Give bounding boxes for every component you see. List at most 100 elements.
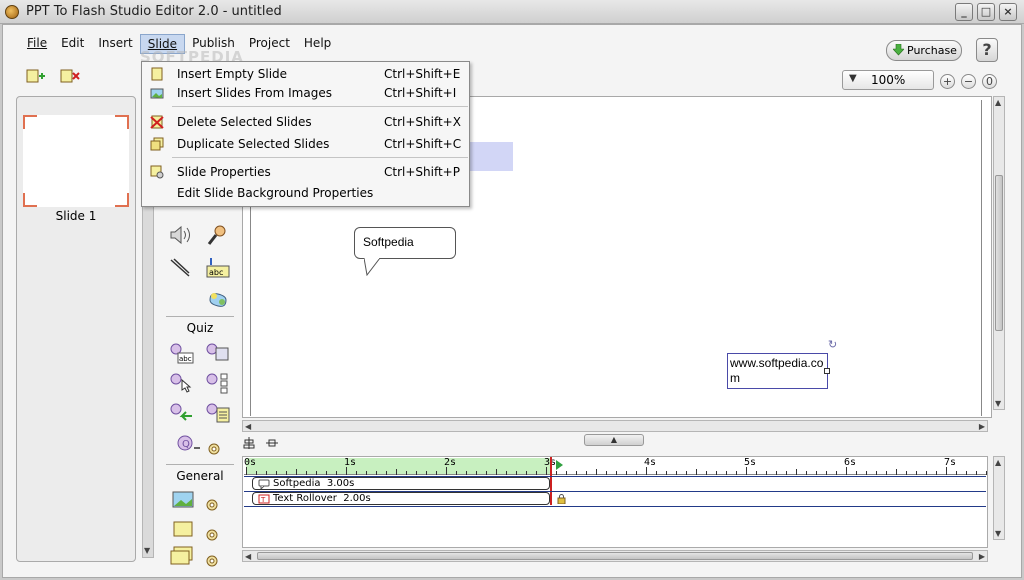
ruler-tick — [986, 471, 987, 475]
ruler-tick — [486, 471, 487, 475]
menu-duplicate-selected-slides[interactable]: Duplicate Selected Slides Ctrl+Shift+C — [142, 134, 469, 154]
timeline-playhead[interactable] — [550, 457, 552, 505]
ruler-tick — [246, 467, 247, 475]
ruler-tick — [456, 471, 457, 475]
ruler-tick — [946, 467, 947, 475]
rotate-handle-icon[interactable]: ↻ — [828, 339, 840, 352]
ruler-tick — [966, 471, 967, 475]
collapse-timeline-button[interactable]: ▲ — [584, 434, 644, 446]
ruler-tick — [936, 471, 937, 475]
ruler-tick — [636, 471, 637, 475]
quiz-back-icon[interactable] — [170, 402, 194, 424]
timeline-active-range — [246, 458, 550, 474]
ruler-tick — [306, 471, 307, 475]
lock-icon[interactable] — [557, 494, 566, 504]
ruler-tick — [506, 471, 507, 475]
timeline-track-softpedia[interactable]: Softpedia 3.00s — [252, 477, 550, 490]
zoom-out-button[interactable]: − — [961, 74, 976, 89]
delete-slides-icon — [150, 115, 164, 129]
svg-text:Q: Q — [182, 439, 190, 450]
text-input-icon[interactable]: abc — [206, 256, 230, 278]
timeline-horizontal-scrollbar[interactable]: ◀ ▶ — [242, 550, 988, 562]
general-heading: General — [166, 464, 234, 483]
slide-thumbnail[interactable] — [23, 115, 129, 207]
menu-insert[interactable]: Insert — [91, 34, 139, 54]
chevron-down-icon: ▼ — [849, 73, 857, 84]
timeline-vertical-scrollbar[interactable]: ▲ ▼ — [993, 456, 1005, 540]
ruler-tick — [256, 471, 257, 475]
tick-2s: 2s — [444, 457, 457, 468]
app-icon — [5, 5, 19, 19]
placeholder-rectangle[interactable] — [468, 142, 513, 171]
canvas-vertical-scrollbar[interactable]: ▲ ▼ — [993, 96, 1005, 410]
timeline-track-text-rollover[interactable]: Text Rollover 2.00s — [252, 492, 550, 505]
quiz-audio-icon[interactable] — [206, 342, 230, 364]
zoom-select[interactable]: ▼ 100% — [842, 70, 934, 90]
ruler-tick — [606, 471, 607, 475]
play-marker-icon[interactable] — [556, 460, 563, 470]
ruler-tick — [376, 471, 377, 475]
canvas-horizontal-scrollbar[interactable]: ◀ ▶ — [242, 420, 988, 432]
zoom-reset-button[interactable]: 0 — [982, 74, 997, 89]
callout-bubble[interactable]: Softpedia — [354, 227, 456, 259]
ruler-tick — [756, 471, 757, 475]
svg-text:abc: abc — [209, 268, 223, 277]
menu-delete-selected-slides[interactable]: Delete Selected Slides Ctrl+Shift+X — [142, 112, 469, 132]
ruler-tick — [666, 471, 667, 475]
ruler-tick — [316, 471, 317, 475]
ruler-tick — [826, 471, 827, 475]
ruler-tick — [776, 471, 777, 475]
quiz-list-icon[interactable] — [206, 402, 230, 424]
menu-file[interactable]: File — [20, 34, 54, 54]
menu-edit[interactable]: Edit — [54, 34, 91, 54]
image-slides-icon — [150, 88, 164, 99]
help-button[interactable]: ? — [976, 38, 998, 62]
ruler-tick — [856, 471, 857, 475]
close-button[interactable]: × — [999, 3, 1017, 21]
ruler-tick — [556, 471, 557, 475]
slide-settings-icon[interactable] — [172, 520, 222, 542]
text-rollover-box[interactable]: www.softpedia.com — [727, 353, 828, 389]
menu-slide-properties[interactable]: Slide Properties Ctrl+Shift+P — [142, 162, 469, 182]
menu-insert-slides-from-images[interactable]: Insert Slides From Images Ctrl+Shift+I — [142, 83, 469, 103]
quiz-hotspot-icon[interactable] — [170, 372, 194, 394]
quiz-settings-icon[interactable]: Q — [176, 434, 224, 456]
ruler-tick — [906, 471, 907, 475]
zoom-in-button[interactable]: + — [940, 74, 955, 89]
ruler-tick — [796, 469, 797, 475]
minimize-button[interactable]: _ — [955, 3, 973, 21]
purchase-button[interactable]: Purchase — [886, 40, 962, 61]
menu-project[interactable]: Project — [242, 34, 297, 54]
ruler-tick — [956, 471, 957, 475]
microphone-icon[interactable] — [206, 224, 230, 246]
menu-edit-slide-background-properties[interactable]: Edit Slide Background Properties — [142, 183, 469, 203]
ruler-tick — [406, 471, 407, 475]
menu-help[interactable]: Help — [297, 34, 338, 54]
align-icon[interactable] — [242, 436, 256, 450]
resize-handle[interactable] — [824, 368, 830, 374]
ruler-tick — [836, 471, 837, 475]
ruler-tick — [616, 471, 617, 475]
ruler-tick — [396, 469, 397, 475]
callout-tail — [364, 258, 381, 276]
ruler-tick — [866, 471, 867, 475]
image-settings-icon[interactable] — [172, 490, 222, 512]
ruler-tick — [786, 471, 787, 475]
ruler-tick — [846, 467, 847, 475]
slides-settings-icon[interactable] — [170, 546, 222, 568]
quiz-checklist-icon[interactable] — [206, 372, 230, 394]
quiz-text-icon[interactable]: abc — [170, 342, 194, 364]
line-icon[interactable] — [168, 256, 192, 278]
menu-insert-empty-slide[interactable]: Insert Empty Slide Ctrl+Shift+E — [142, 64, 469, 84]
distribute-icon[interactable] — [265, 436, 279, 450]
ruler-tick — [896, 469, 897, 475]
ruler-tick — [726, 471, 727, 475]
maximize-button[interactable]: □ — [977, 3, 995, 21]
title-bar: PPT To Flash Studio Editor 2.0 - untitle… — [0, 0, 1024, 24]
shape-icon[interactable] — [206, 288, 230, 310]
sound-icon[interactable] — [168, 224, 192, 246]
delete-slide-icon[interactable] — [60, 68, 80, 84]
ruler-tick — [916, 471, 917, 475]
ruler-tick — [466, 471, 467, 475]
add-slide-icon[interactable] — [26, 68, 46, 84]
